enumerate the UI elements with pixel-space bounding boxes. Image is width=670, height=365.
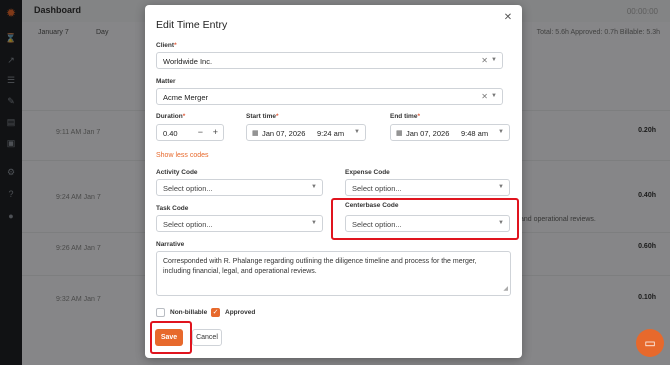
start-date: Jan 07, 2026 bbox=[262, 129, 306, 138]
chevron-down-icon: ▼ bbox=[491, 57, 497, 63]
activity-code-select[interactable]: Select option... ▼ bbox=[156, 179, 323, 196]
start-time-field[interactable]: ▦ Jan 07, 2026 9:24 am ▼ bbox=[246, 124, 366, 141]
duration-stepper[interactable]: 0.40 − + bbox=[156, 124, 224, 141]
task-code-select[interactable]: Select option... ▼ bbox=[156, 215, 323, 232]
show-less-codes-link[interactable]: Show less codes bbox=[156, 152, 209, 159]
clear-icon[interactable]: ✕ bbox=[481, 56, 488, 65]
chevron-down-icon: ▼ bbox=[491, 93, 497, 99]
approved-checkbox[interactable]: ✓ bbox=[211, 308, 220, 317]
edit-time-entry-dialog: Edit Time Entry ✕ Client* Worldwide Inc.… bbox=[145, 5, 522, 358]
expense-code-label: Expense Code bbox=[345, 169, 390, 176]
start-time-label: Start time* bbox=[246, 113, 279, 120]
activity-code-label: Activity Code bbox=[156, 169, 198, 176]
chevron-down-icon: ▼ bbox=[498, 129, 504, 135]
calendar-icon: ▦ bbox=[252, 130, 259, 137]
task-code-label: Task Code bbox=[156, 205, 189, 212]
expense-placeholder: Select option... bbox=[352, 184, 402, 193]
expense-code-select[interactable]: Select option... ▼ bbox=[345, 179, 510, 196]
client-label: Client* bbox=[156, 42, 177, 49]
close-icon[interactable]: ✕ bbox=[503, 13, 513, 23]
client-value: Worldwide Inc. bbox=[163, 57, 213, 66]
duration-value: 0.40 bbox=[163, 129, 178, 138]
matter-label: Matter bbox=[156, 78, 176, 85]
client-select[interactable]: Worldwide Inc. ✕ ▼ bbox=[156, 52, 503, 69]
plus-icon[interactable]: + bbox=[213, 127, 218, 137]
chat-icon[interactable]: ▭ bbox=[636, 329, 664, 357]
narrative-label: Narrative bbox=[156, 241, 185, 248]
non-billable-checkbox[interactable] bbox=[156, 308, 165, 317]
clear-icon[interactable]: ✕ bbox=[481, 92, 488, 101]
non-billable-label: Non-billable bbox=[170, 309, 208, 316]
chevron-down-icon: ▼ bbox=[311, 220, 317, 226]
activity-placeholder: Select option... bbox=[163, 184, 213, 193]
narrative-textarea[interactable]: Corresponded with R. Phalange regarding … bbox=[156, 251, 511, 296]
start-time[interactable]: 9:24 am bbox=[317, 129, 344, 138]
minus-icon[interactable]: − bbox=[198, 127, 203, 137]
calendar-icon: ▦ bbox=[396, 130, 403, 137]
approved-label: Approved bbox=[225, 309, 256, 316]
check-icon: ✓ bbox=[212, 309, 219, 316]
chevron-down-icon: ▼ bbox=[354, 129, 360, 135]
dialog-title: Edit Time Entry bbox=[156, 19, 228, 31]
end-date: Jan 07, 2026 bbox=[406, 129, 450, 138]
resize-handle-icon[interactable]: ◢ bbox=[503, 285, 508, 295]
matter-select[interactable]: Acme Merger ✕ ▼ bbox=[156, 88, 503, 105]
end-time-field[interactable]: ▦ Jan 07, 2026 9:48 am ▼ bbox=[390, 124, 510, 141]
chevron-down-icon: ▼ bbox=[498, 184, 504, 190]
narrative-text: Corresponded with R. Phalange regarding … bbox=[163, 258, 477, 275]
save-highlight-box bbox=[150, 321, 192, 354]
end-time-label: End time* bbox=[390, 113, 420, 120]
duration-label: Duration* bbox=[156, 113, 186, 120]
matter-value: Acme Merger bbox=[163, 93, 209, 102]
task-placeholder: Select option... bbox=[163, 220, 213, 229]
cancel-button[interactable]: Cancel bbox=[192, 329, 222, 346]
chevron-down-icon: ▼ bbox=[311, 184, 317, 190]
end-time[interactable]: 9:48 am bbox=[461, 129, 488, 138]
centerbase-highlight-box bbox=[331, 198, 519, 240]
